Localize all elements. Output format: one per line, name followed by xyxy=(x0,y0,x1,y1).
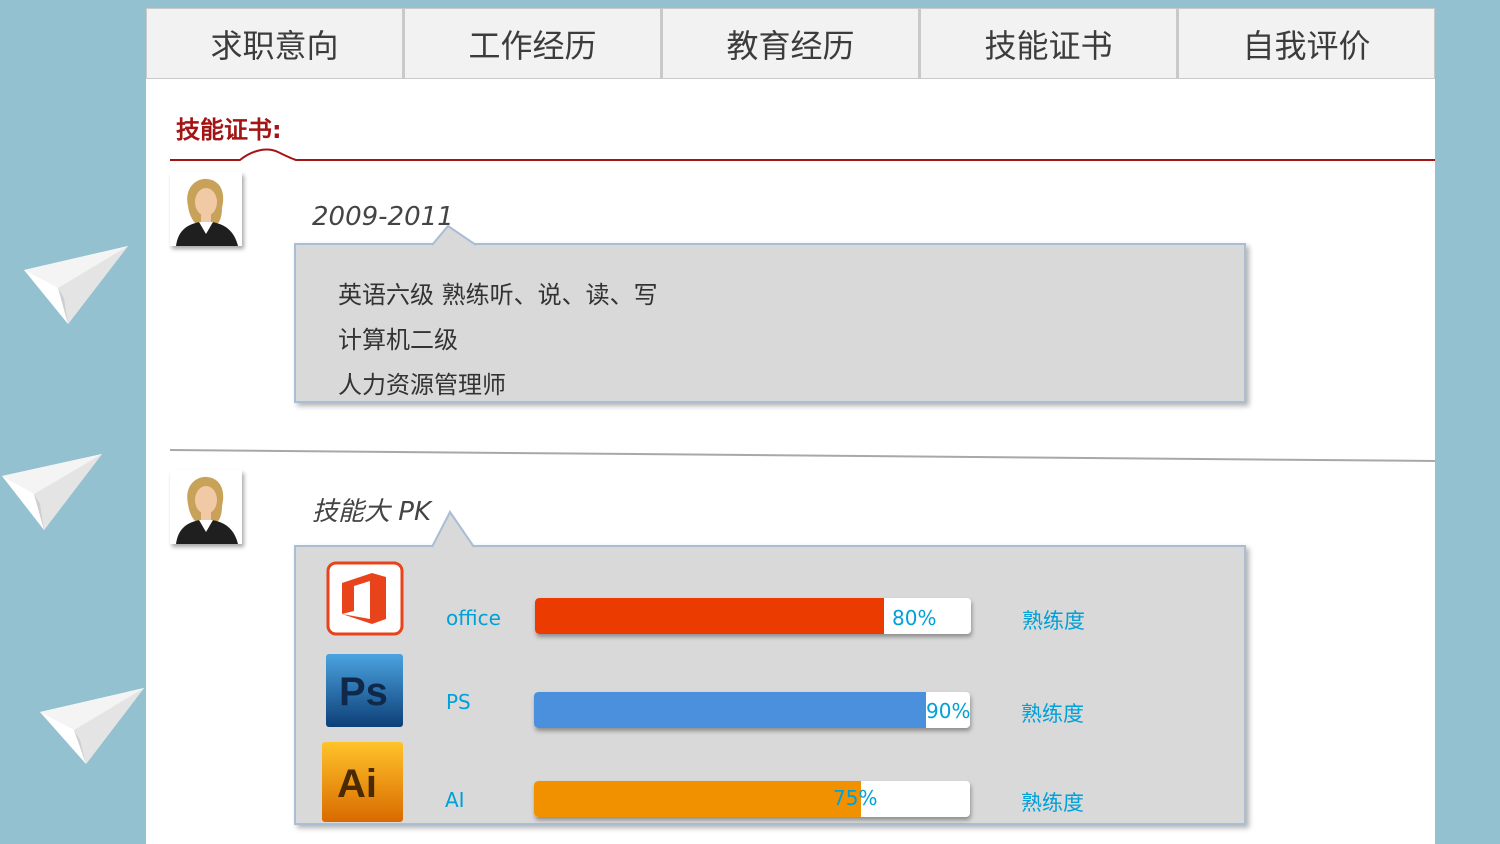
tab-work-experience[interactable]: 工作经历 xyxy=(404,8,662,79)
certificate-item: 人力资源管理师 xyxy=(338,371,506,399)
section-title-underline xyxy=(170,148,1435,161)
avatar xyxy=(170,470,242,544)
skill-bar-fill xyxy=(534,781,861,817)
skill-name-office: office xyxy=(446,606,501,630)
avatar xyxy=(170,172,242,246)
illustrator-icon: Ai xyxy=(321,741,404,823)
proficiency-label: 熟练度 xyxy=(1021,791,1084,815)
section-title: 技能证书: xyxy=(176,116,282,144)
svg-text:Ps: Ps xyxy=(339,670,388,714)
tab-self-evaluation[interactable]: 自我评价 xyxy=(1178,8,1435,79)
paper-plane-icon xyxy=(2,454,102,530)
proficiency-label: 熟练度 xyxy=(1021,702,1084,726)
skill-percent-ai: 75% xyxy=(833,786,878,810)
section-divider xyxy=(170,449,1435,462)
photoshop-icon: Ps xyxy=(325,653,404,728)
skill-name-ps: PS xyxy=(446,690,471,714)
skill-percent-office: 80% xyxy=(892,606,937,630)
resume-page: 求职意向 工作经历 教育经历 技能证书 自我评价 技能证书: 2009-2011… xyxy=(146,8,1435,844)
skill-percent-ps: 90% xyxy=(926,699,971,723)
tab-bar: 求职意向 工作经历 教育经历 技能证书 自我评价 xyxy=(146,8,1435,79)
tab-education[interactable]: 教育经历 xyxy=(662,8,920,79)
paper-plane-icon xyxy=(40,688,144,764)
tab-skills-certificates[interactable]: 技能证书 xyxy=(920,8,1178,79)
bubble-notch xyxy=(431,224,477,246)
bubble-notch xyxy=(431,510,475,548)
proficiency-label: 熟练度 xyxy=(1022,609,1085,633)
skill-bar-fill xyxy=(534,692,927,728)
skill-bar-ai xyxy=(534,781,970,817)
certificate-box: 英语六级 熟练听、说、读、写 计算机二级 人力资源管理师 xyxy=(294,243,1246,403)
certificate-item: 英语六级 熟练听、说、读、写 xyxy=(338,281,658,309)
tab-job-intention[interactable]: 求职意向 xyxy=(146,8,404,79)
paper-plane-icon xyxy=(24,246,128,324)
certificate-item: 计算机二级 xyxy=(338,326,458,354)
skill-name-ai: AI xyxy=(445,788,465,812)
skill-bar-fill xyxy=(535,598,884,634)
skill-bar-ps xyxy=(534,692,970,728)
svg-text:Ai: Ai xyxy=(337,762,377,806)
skills-heading: 技能大 PK xyxy=(312,497,431,527)
office-icon xyxy=(326,561,404,636)
